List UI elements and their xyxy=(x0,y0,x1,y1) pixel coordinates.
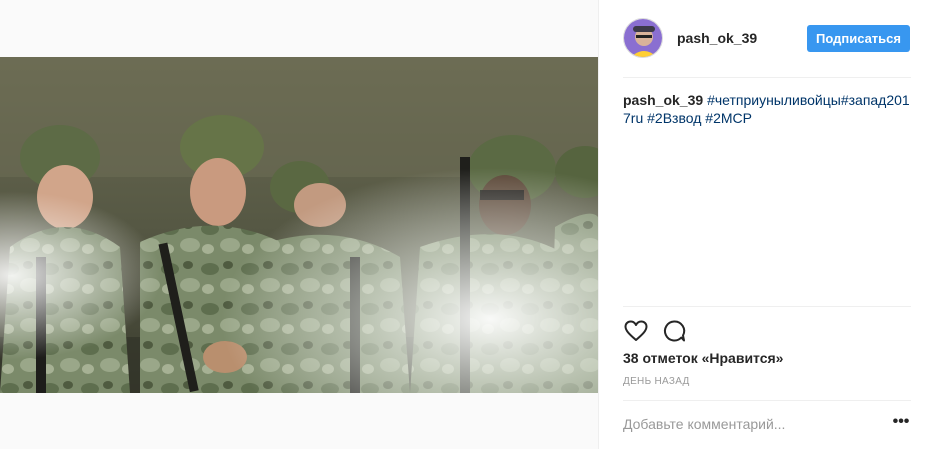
caption-username[interactable]: pash_ok_39 xyxy=(623,92,703,108)
soldiers-photo xyxy=(0,57,598,393)
like-count[interactable]: 38 отметок «Нравится» xyxy=(623,350,783,366)
hashtag-link[interactable]: #2Взвод xyxy=(647,110,701,126)
post-caption: pash_ok_39 #четприуныливойцы#запад2017ru… xyxy=(623,91,913,127)
actions-divider xyxy=(623,306,911,307)
follow-button[interactable]: Подписаться xyxy=(807,25,910,52)
media-column xyxy=(0,0,598,449)
comment-input[interactable] xyxy=(623,414,873,434)
header-username[interactable]: pash_ok_39 xyxy=(677,30,757,46)
hashtag-link[interactable]: #четприуныливойцы xyxy=(707,92,841,108)
post-photo[interactable] xyxy=(0,57,598,393)
heart-icon[interactable] xyxy=(623,318,649,344)
post-sidebar: pash_ok_39 Подписаться pash_ok_39 #четпр… xyxy=(598,0,933,449)
post-header: pash_ok_39 Подписаться xyxy=(623,18,911,60)
avatar[interactable] xyxy=(623,18,663,58)
comment-bubble-icon[interactable] xyxy=(661,318,687,344)
comment-divider xyxy=(623,400,911,401)
instagram-post: pash_ok_39 Подписаться pash_ok_39 #четпр… xyxy=(0,0,933,449)
avatar-image xyxy=(624,19,662,57)
post-timestamp[interactable]: ДЕНЬ НАЗАД xyxy=(623,376,690,387)
header-divider xyxy=(623,77,911,78)
more-options-icon[interactable]: ••• xyxy=(891,413,911,433)
hashtag-link[interactable]: #2МСР xyxy=(705,110,752,126)
